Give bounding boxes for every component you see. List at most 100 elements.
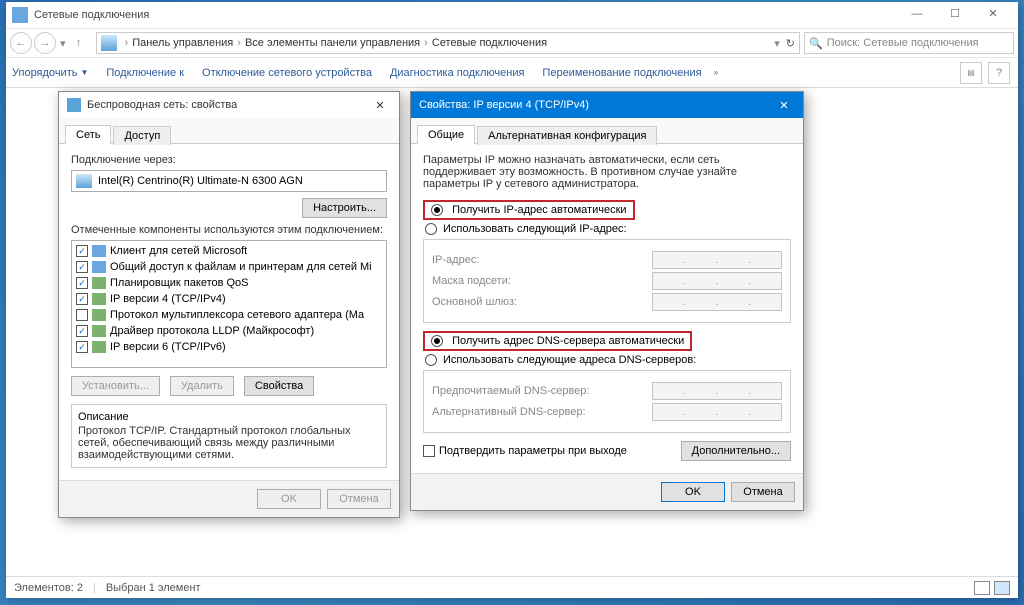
- radio-ip-auto-label: Получить IP-адрес автоматически: [452, 204, 626, 216]
- cancel-button[interactable]: Отмена: [327, 489, 391, 509]
- dialog-body: Подключение через: Intel(R) Centrino(R) …: [59, 144, 399, 480]
- dialog-titlebar[interactable]: Беспроводная сеть: свойства ✕: [59, 92, 399, 118]
- radio-ip-manual[interactable]: [425, 223, 437, 235]
- advanced-button[interactable]: Дополнительно...: [681, 441, 791, 461]
- gateway-label: Основной шлюз:: [432, 296, 652, 308]
- tab-network[interactable]: Сеть: [65, 125, 111, 144]
- close-icon[interactable]: ✕: [773, 99, 795, 112]
- nav-forward-button[interactable]: →: [34, 32, 56, 54]
- protocol-icon: [92, 277, 106, 289]
- confirm-checkbox[interactable]: [423, 445, 435, 457]
- minimize-button[interactable]: —: [898, 5, 936, 25]
- checkbox[interactable]: ✓: [76, 341, 88, 353]
- list-item[interactable]: ✓ Драйвер протокола LLDP (Майкрософт): [74, 323, 384, 339]
- components-listbox[interactable]: ✓Клиент для сетей Microsoft✓Общий доступ…: [71, 240, 387, 368]
- checkbox[interactable]: ✓: [76, 325, 88, 337]
- close-button[interactable]: ✕: [974, 5, 1012, 25]
- dialog-footer: OK Отмена: [411, 473, 803, 510]
- address-bar[interactable]: › Панель управления › Все элементы панел…: [96, 32, 800, 54]
- nav-back-button[interactable]: ←: [10, 32, 32, 54]
- adapter-name: Intel(R) Centrino(R) Ultimate-N 6300 AGN: [98, 175, 303, 187]
- tab-general[interactable]: Общие: [417, 125, 475, 144]
- view-preview-button[interactable]: ▤: [960, 62, 982, 84]
- subnet-mask-label: Маска подсети:: [432, 275, 652, 287]
- help-button[interactable]: ?: [988, 62, 1010, 84]
- connect-via-label: Подключение через:: [71, 154, 387, 166]
- list-item[interactable]: ✓Общий доступ к файлам и принтерам для с…: [74, 259, 384, 275]
- rename-button[interactable]: Переименование подключения»: [542, 67, 718, 79]
- chevron-icon: ›: [237, 37, 241, 49]
- dialog-title: Свойства: IP версии 4 (TCP/IPv4): [419, 99, 773, 111]
- view-icons: [974, 581, 1010, 595]
- chevron-down-icon[interactable]: ▾: [774, 37, 780, 50]
- radio-dns-manual-label: Использовать следующие адреса DNS-сервер…: [443, 354, 696, 366]
- radio-dns-auto[interactable]: [431, 335, 443, 347]
- cancel-button[interactable]: Отмена: [731, 482, 795, 502]
- checkbox[interactable]: ✓: [76, 277, 88, 289]
- nav-up-button[interactable]: ↑: [68, 32, 90, 54]
- list-item[interactable]: ✓ IP версии 6 (TCP/IPv6): [74, 339, 384, 355]
- checkbox[interactable]: ✓: [76, 261, 88, 273]
- ok-button[interactable]: OK: [257, 489, 321, 509]
- tab-bar: Общие Альтернативная конфигурация: [411, 118, 803, 144]
- connect-button[interactable]: Подключение к: [106, 67, 184, 79]
- list-item[interactable]: Протокол мультиплексора сетевого адаптер…: [74, 307, 384, 323]
- status-elements: Элементов: 2: [14, 582, 83, 594]
- checkbox[interactable]: ✓: [76, 245, 88, 257]
- chevron-icon: ›: [125, 37, 129, 49]
- statusbar: Элементов: 2 | Выбран 1 элемент: [6, 576, 1018, 598]
- window-icon: [12, 7, 28, 23]
- window-title: Сетевые подключения: [34, 9, 898, 21]
- list-item[interactable]: ✓Планировщик пакетов QoS: [74, 275, 384, 291]
- ok-button[interactable]: OK: [661, 482, 725, 502]
- chevron-icon: ›: [424, 37, 428, 49]
- breadcrumb[interactable]: Сетевые подключения: [432, 37, 547, 49]
- install-button[interactable]: Установить...: [71, 376, 160, 396]
- chevron-down-icon[interactable]: ▾: [60, 37, 66, 50]
- list-item[interactable]: ✓Клиент для сетей Microsoft: [74, 243, 384, 259]
- dns-alt-input: ...: [652, 403, 782, 421]
- configure-button[interactable]: Настроить...: [302, 198, 387, 218]
- tab-bar: Сеть Доступ: [59, 118, 399, 144]
- dialog-titlebar[interactable]: Свойства: IP версии 4 (TCP/IPv4) ✕: [411, 92, 803, 118]
- view-large-icon[interactable]: [994, 581, 1010, 595]
- list-item-label: Драйвер протокола LLDP (Майкрософт): [110, 325, 314, 337]
- diagnose-button[interactable]: Диагностика подключения: [390, 67, 524, 79]
- confirm-checkbox-label: Подтвердить параметры при выходе: [439, 445, 627, 457]
- adapter-icon: [76, 174, 92, 188]
- highlighted-option: Получить IP-адрес автоматически: [423, 200, 635, 220]
- ip-group: IP-адрес:... Маска подсети:... Основной …: [423, 239, 791, 323]
- adapter-field[interactable]: Intel(R) Centrino(R) Ultimate-N 6300 AGN: [71, 170, 387, 192]
- protocol-icon: [92, 309, 106, 321]
- explorer-window: Сетевые подключения — ☐ ✕ ← → ▾ ↑ › Пане…: [6, 2, 1018, 598]
- description-group: Описание Протокол TCP/IP. Стандартный пр…: [71, 404, 387, 468]
- radio-dns-manual[interactable]: [425, 354, 437, 366]
- content-area: Беспроводная сеть: свойства ✕ Сеть Досту…: [6, 88, 1018, 576]
- refresh-icon[interactable]: ↻: [786, 37, 795, 50]
- maximize-button[interactable]: ☐: [936, 5, 974, 25]
- tab-alt-config[interactable]: Альтернативная конфигурация: [477, 126, 657, 145]
- breadcrumb[interactable]: Панель управления: [132, 37, 233, 49]
- close-icon[interactable]: ✕: [369, 99, 391, 112]
- components-label: Отмеченные компоненты используются этим …: [71, 224, 387, 236]
- properties-button[interactable]: Свойства: [244, 376, 314, 396]
- list-item[interactable]: ✓IP версии 4 (TCP/IPv4): [74, 291, 384, 307]
- device-icon: [67, 98, 81, 112]
- search-input[interactable]: 🔍 Поиск: Сетевые подключения: [804, 32, 1014, 54]
- checkbox[interactable]: [76, 309, 88, 321]
- radio-ip-auto[interactable]: [431, 204, 443, 216]
- checkbox[interactable]: ✓: [76, 293, 88, 305]
- protocol-icon: [92, 261, 106, 273]
- remove-button[interactable]: Удалить: [170, 376, 234, 396]
- disable-button[interactable]: Отключение сетевого устройства: [202, 67, 372, 79]
- list-item-label: IP версии 6 (TCP/IPv6): [110, 341, 226, 353]
- intro-text: Параметры IP можно назначать автоматичес…: [423, 154, 791, 190]
- tab-access[interactable]: Доступ: [113, 126, 171, 145]
- ip-address-label: IP-адрес:: [432, 254, 652, 266]
- titlebar[interactable]: Сетевые подключения — ☐ ✕: [6, 2, 1018, 28]
- protocol-icon: [92, 245, 106, 257]
- dns-alt-label: Альтернативный DNS-сервер:: [432, 406, 652, 418]
- organize-menu[interactable]: Упорядочить▼: [12, 67, 88, 79]
- breadcrumb[interactable]: Все элементы панели управления: [245, 37, 420, 49]
- view-details-icon[interactable]: [974, 581, 990, 595]
